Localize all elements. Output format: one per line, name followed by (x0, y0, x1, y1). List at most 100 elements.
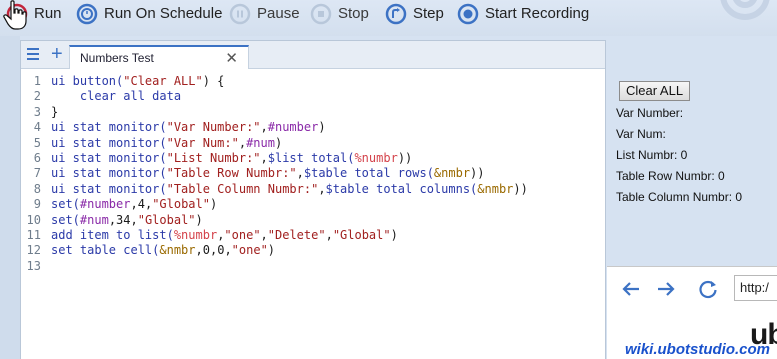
code-line[interactable]: 10 set(#num,34,"Global") (21, 213, 605, 228)
code-token: set table cell( (51, 243, 160, 258)
code-line[interactable]: 1 ui button("Clear ALL") { (21, 74, 605, 89)
code-token: , (224, 243, 232, 258)
code-line[interactable]: 12 set table cell(&nmbr,0,0,"one") (21, 243, 605, 258)
step-label: Step (413, 5, 444, 22)
step-icon (385, 3, 407, 25)
code-text: ui stat monitor("Table Row Numbr:",$tabl… (51, 166, 485, 181)
code-text: clear all data (51, 89, 181, 104)
code-line[interactable]: 9 set(#number,4,"Global") (21, 197, 605, 212)
line-number: 12 (26, 243, 41, 258)
run-button[interactable]: Run (6, 0, 62, 28)
code-token: ui stat monitor( (51, 135, 167, 150)
code-token: )) (470, 166, 485, 181)
line-number: 7 (33, 166, 41, 181)
toolbar: Run Run On Schedule Pause Stop Step Star… (0, 0, 777, 36)
code-token: #number (79, 197, 131, 212)
back-arrow-icon[interactable] (620, 278, 642, 300)
code-line[interactable]: 8 ui stat monitor("Table Column Numbr:",$… (21, 182, 605, 197)
code-token: $table total rows( (303, 166, 434, 181)
code-token: , (318, 181, 326, 196)
code-token: , (238, 135, 247, 150)
code-token: , (130, 212, 138, 227)
code-token: "Var Number:" (166, 120, 261, 135)
tab-label: Numbers Test (80, 51, 154, 65)
tab-bar: + Numbers Test ✕ (21, 41, 605, 69)
code-editor[interactable]: 1 ui button("Clear ALL") {2 clear all dat… (21, 74, 605, 359)
code-token: 4 (137, 197, 145, 212)
code-token: ui stat monitor( (51, 120, 167, 135)
line-number: 3 (33, 104, 41, 119)
code-text: ui stat monitor("Var Number:",#number) (51, 120, 326, 135)
step-button[interactable]: Step (385, 0, 444, 28)
code-token: "Table Column Numbr:" (166, 181, 319, 196)
start-recording-button[interactable]: Start Recording (457, 0, 589, 28)
run-label: Run (34, 5, 62, 22)
left-dock-strip (0, 36, 20, 359)
record-icon (457, 3, 479, 25)
code-line[interactable]: 7 ui stat monitor("Table Row Numbr:",$tab… (21, 166, 605, 181)
close-icon[interactable]: ✕ (225, 49, 238, 67)
start-recording-label: Start Recording (485, 5, 590, 22)
line-number: 2 (33, 89, 41, 104)
stat-var-number: Var Number: (616, 106, 684, 120)
line-number: 4 (33, 120, 41, 135)
line-number: 10 (26, 212, 41, 227)
code-token: , (296, 166, 304, 181)
code-line[interactable]: 3} (21, 105, 605, 120)
code-token: "Global" (137, 212, 196, 227)
code-token: , (195, 243, 203, 258)
code-text: set(#number,4,"Global") (51, 197, 217, 212)
code-token: "one" (231, 243, 268, 258)
line-number: 1 (33, 74, 41, 88)
code-token: 34 (116, 212, 131, 227)
line-number: 13 (26, 258, 41, 273)
code-editor-panel: + Numbers Test ✕ 1 ui button("Clear ALL")… (20, 40, 606, 359)
code-token: ) (195, 212, 203, 227)
stat-list-numbr: List Numbr: 0 (616, 148, 688, 162)
run-on-schedule-label: Run On Schedule (104, 5, 223, 22)
run-on-schedule-button[interactable]: Run On Schedule (76, 0, 222, 28)
pause-button[interactable]: Pause (229, 0, 300, 28)
code-line[interactable]: 5 ui stat monitor("Var Num:",#num) (21, 136, 605, 151)
stop-icon (310, 3, 332, 25)
address-bar[interactable]: http:/ (734, 275, 777, 301)
code-token: %numbr (173, 227, 218, 242)
code-token: add item to list( (51, 227, 174, 242)
add-tab-icon[interactable]: + (51, 44, 63, 64)
code-line[interactable]: 2 clear all data (21, 89, 605, 104)
forward-arrow-icon[interactable] (655, 278, 677, 300)
code-text: set table cell(&nmbr,0,0,"one") (51, 243, 275, 258)
tab-numbers-test[interactable]: Numbers Test ✕ (69, 45, 249, 69)
code-token: , (260, 120, 268, 135)
line-number: 11 (26, 227, 41, 242)
watermark-text: wiki.ubotstudio.com (625, 341, 770, 358)
code-token: ) (274, 135, 283, 150)
code-token: $list total( (267, 150, 355, 165)
stop-label: Stop (338, 5, 369, 22)
code-text: set(#num,34,"Global") (51, 213, 203, 228)
line-number: 9 (33, 197, 41, 212)
code-line[interactable]: 11 add item to list(%numbr,"one","Delete"… (21, 228, 605, 243)
code-token: , (260, 227, 268, 242)
line-number: 5 (33, 135, 41, 150)
code-token: "Global" (332, 227, 391, 242)
code-token: "Delete" (267, 227, 326, 242)
menu-icon[interactable] (27, 48, 39, 61)
code-token: &nmbr (477, 181, 514, 196)
pause-icon (229, 3, 251, 25)
code-line[interactable]: 4 ui stat monitor("Var Number:",#number) (21, 120, 605, 135)
code-token: } (51, 104, 59, 119)
code-token: "one" (224, 227, 261, 242)
stop-button[interactable]: Stop (310, 0, 369, 28)
code-line[interactable]: 6 ui stat monitor("List Numbr:",$list tot… (21, 151, 605, 166)
code-token: &nmbr (433, 166, 471, 181)
code-text: ui button("Clear ALL") { (51, 74, 224, 89)
clear-all-button[interactable]: Clear ALL (619, 81, 690, 101)
line-number: 6 (33, 150, 41, 165)
code-text: add item to list(%numbr,"one","Delete","… (51, 228, 398, 243)
refresh-icon[interactable] (697, 278, 719, 300)
code-token: "Global" (152, 197, 210, 212)
code-line[interactable]: 13 (21, 259, 605, 274)
code-token: , (108, 212, 117, 227)
code-token: ) { (202, 74, 225, 88)
